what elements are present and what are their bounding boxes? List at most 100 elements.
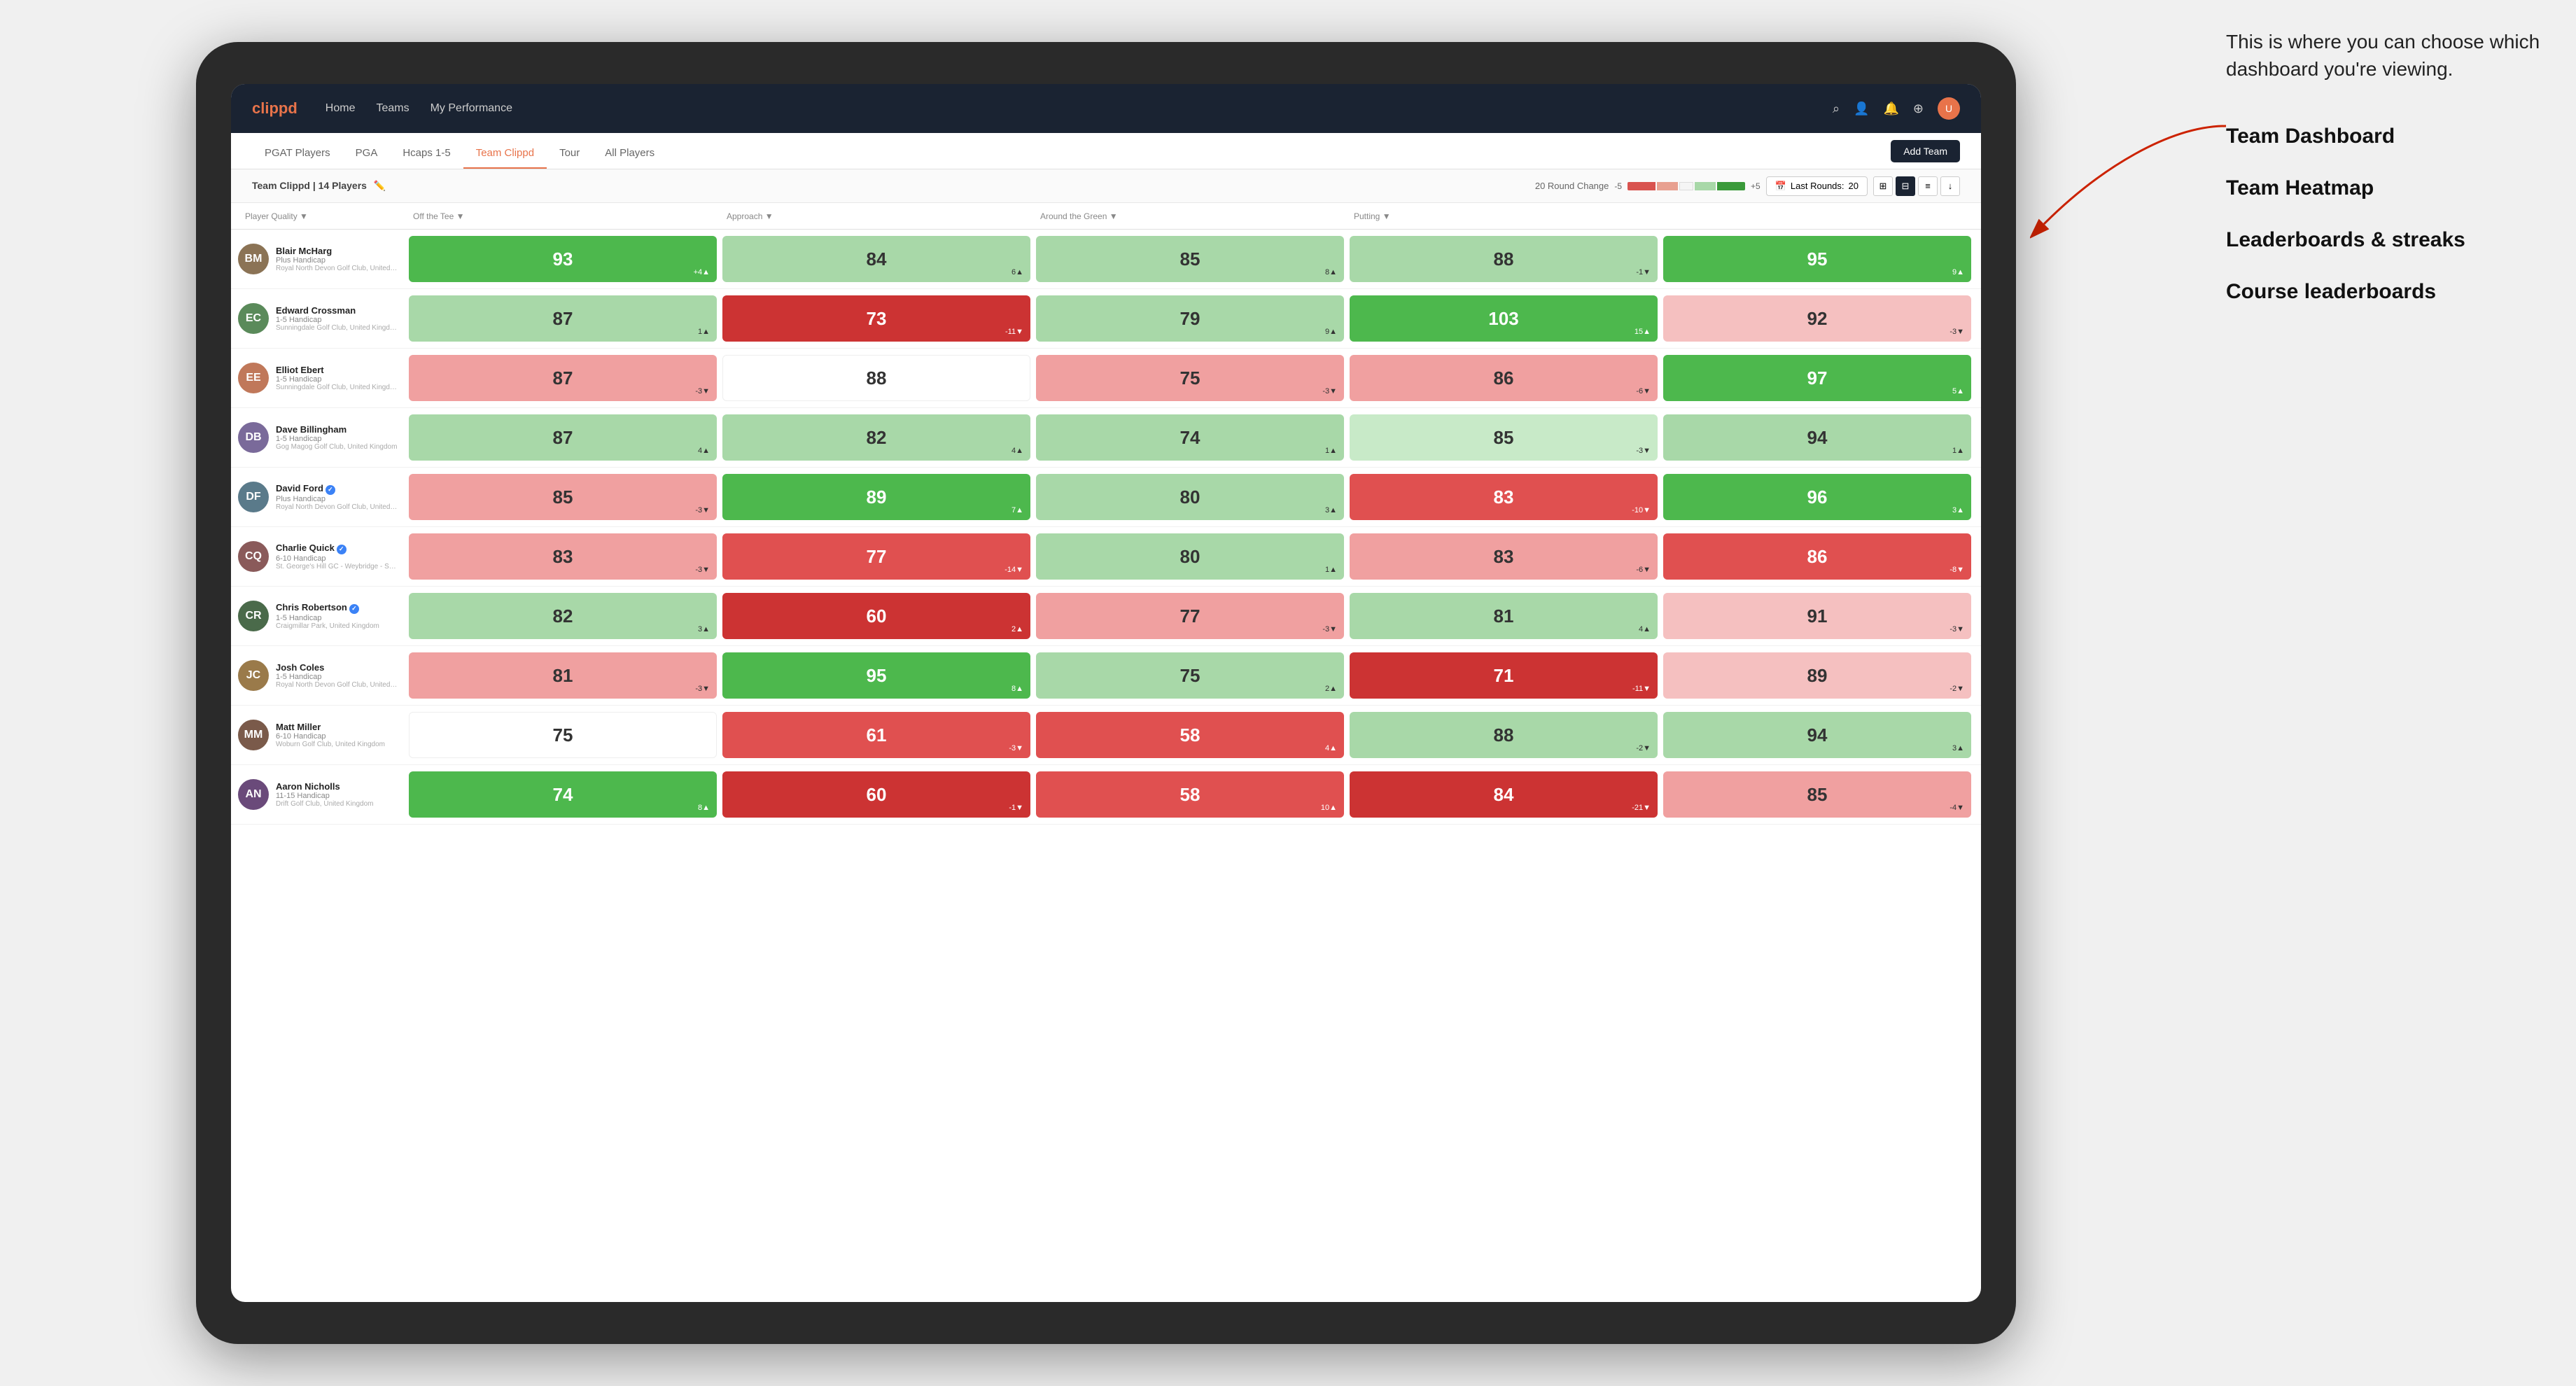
table-row: CQCharlie Quick✓6-10 HandicapSt. George'… bbox=[231, 527, 1981, 587]
score-change: 3▲ bbox=[1952, 506, 1964, 514]
player-info[interactable]: CQCharlie Quick✓6-10 HandicapSt. George'… bbox=[238, 541, 406, 572]
score-cell-player-quality: 83-3▼ bbox=[409, 533, 717, 580]
score-change: 3▲ bbox=[698, 625, 710, 634]
score-value: 97 bbox=[1807, 368, 1828, 389]
nav-logo: clippd bbox=[252, 99, 298, 118]
tab-hcaps-1-5[interactable]: Hcaps 1-5 bbox=[390, 133, 463, 169]
table-row: DBDave Billingham1-5 HandicapGog Magog G… bbox=[231, 408, 1981, 468]
tab-pga[interactable]: PGA bbox=[343, 133, 391, 169]
score-cell-approach: 584▲ bbox=[1036, 712, 1344, 758]
score-change: 7▲ bbox=[1011, 506, 1023, 514]
score-value: 87 bbox=[553, 427, 573, 449]
player-club: Gog Magog Golf Club, United Kingdom bbox=[276, 443, 399, 451]
player-details: Dave Billingham1-5 HandicapGog Magog Gol… bbox=[276, 424, 399, 451]
tab-all-players[interactable]: All Players bbox=[592, 133, 667, 169]
score-cell-around-green: 71-11▼ bbox=[1350, 652, 1658, 699]
avatar: MM bbox=[238, 720, 269, 750]
tab-pgat-players[interactable]: PGAT Players bbox=[252, 133, 343, 169]
col-header-around[interactable]: Around the Green ▼ bbox=[1033, 211, 1347, 221]
score-cell-off-tee: 60-1▼ bbox=[722, 771, 1030, 818]
edit-icon[interactable]: ✏️ bbox=[374, 180, 386, 191]
score-value: 81 bbox=[553, 665, 573, 687]
player-club: Drift Golf Club, United Kingdom bbox=[276, 800, 399, 808]
score-cell-putting: 943▲ bbox=[1663, 712, 1971, 758]
player-details: Josh Coles1-5 HandicapRoyal North Devon … bbox=[276, 662, 399, 689]
view-grid-small-button[interactable]: ⊞ bbox=[1873, 176, 1893, 196]
player-handicap: Plus Handicap bbox=[276, 495, 399, 503]
player-info[interactable]: DFDavid Ford✓Plus HandicapRoyal North De… bbox=[238, 482, 406, 512]
player-info[interactable]: DBDave Billingham1-5 HandicapGog Magog G… bbox=[238, 422, 406, 453]
col-label-player: Player Quality ▼ bbox=[245, 211, 308, 221]
player-info[interactable]: BMBlair McHargPlus HandicapRoyal North D… bbox=[238, 244, 406, 274]
score-value: 60 bbox=[867, 606, 887, 627]
player-info[interactable]: MMMatt Miller6-10 HandicapWoburn Golf Cl… bbox=[238, 720, 406, 750]
score-value: 86 bbox=[1494, 368, 1514, 389]
player-info[interactable]: EEElliot Ebert1-5 HandicapSunningdale Go… bbox=[238, 363, 406, 393]
score-value: 83 bbox=[1494, 546, 1514, 568]
score-cell-off-tee: 602▲ bbox=[722, 593, 1030, 639]
nav-link-home[interactable]: Home bbox=[326, 102, 356, 115]
score-change: 6▲ bbox=[1011, 268, 1023, 276]
score-change: -6▼ bbox=[1636, 387, 1651, 396]
score-change: 10▲ bbox=[1321, 804, 1337, 812]
score-cell-approach: 801▲ bbox=[1036, 533, 1344, 580]
verified-icon: ✓ bbox=[349, 604, 359, 614]
view-download-button[interactable]: ↓ bbox=[1940, 176, 1960, 196]
score-cell-off-tee: 897▲ bbox=[722, 474, 1030, 520]
player-info[interactable]: CRChris Robertson✓1-5 HandicapCraigmilla… bbox=[238, 601, 406, 631]
score-cell-around-green: 84-21▼ bbox=[1350, 771, 1658, 818]
score-value: 88 bbox=[1494, 248, 1514, 270]
player-handicap: 1-5 Handicap bbox=[276, 316, 399, 324]
score-change: 8▲ bbox=[1011, 685, 1023, 693]
score-cell-around-green: 83-10▼ bbox=[1350, 474, 1658, 520]
avatar: JC bbox=[238, 660, 269, 691]
search-icon[interactable]: ⌕ bbox=[1833, 102, 1840, 116]
view-table-button[interactable]: ≡ bbox=[1918, 176, 1938, 196]
table-row: MMMatt Miller6-10 HandicapWoburn Golf Cl… bbox=[231, 706, 1981, 765]
col-header-offtee[interactable]: Off the Tee ▼ bbox=[406, 211, 720, 221]
score-value: 94 bbox=[1807, 427, 1828, 449]
score-value: 88 bbox=[1494, 724, 1514, 746]
tab-team-clippd[interactable]: Team Clippd bbox=[463, 133, 547, 169]
tablet-screen: clippd Home Teams My Performance ⌕ 👤 🔔 ⊕ U… bbox=[231, 84, 1981, 1302]
nav-link-my-performance[interactable]: My Performance bbox=[430, 102, 512, 115]
score-value: 83 bbox=[553, 546, 573, 568]
score-cell-off-tee: 61-3▼ bbox=[722, 712, 1030, 758]
avatar: AN bbox=[238, 779, 269, 810]
score-value: 89 bbox=[1807, 665, 1828, 687]
score-cell-around-green: 10315▲ bbox=[1350, 295, 1658, 342]
settings-icon[interactable]: ⊕ bbox=[1913, 102, 1924, 116]
score-change: 3▲ bbox=[1952, 744, 1964, 752]
last-rounds-label: Last Rounds: bbox=[1791, 181, 1844, 191]
bell-icon[interactable]: 🔔 bbox=[1883, 102, 1898, 116]
table-area: Player Quality ▼ Off the Tee ▼ Approach … bbox=[231, 203, 1981, 1302]
col-header-approach[interactable]: Approach ▼ bbox=[720, 211, 1033, 221]
navbar: clippd Home Teams My Performance ⌕ 👤 🔔 ⊕ U bbox=[231, 84, 1981, 133]
score-value: 95 bbox=[867, 665, 887, 687]
player-name: Matt Miller bbox=[276, 722, 399, 732]
player-info[interactable]: ANAaron Nicholls11-15 HandicapDrift Golf… bbox=[238, 779, 406, 810]
player-details: Elliot Ebert1-5 HandicapSunningdale Golf… bbox=[276, 365, 399, 391]
user-icon[interactable]: 👤 bbox=[1854, 102, 1869, 116]
score-change: 9▲ bbox=[1952, 268, 1964, 276]
score-value: 86 bbox=[1807, 546, 1828, 568]
player-info[interactable]: JC Josh Coles1-5 HandicapRoyal North Devo… bbox=[238, 660, 406, 691]
column-headers: Player Quality ▼ Off the Tee ▼ Approach … bbox=[231, 203, 1981, 230]
add-team-button[interactable]: Add Team bbox=[1891, 140, 1960, 162]
table-row: DFDavid Ford✓Plus HandicapRoyal North De… bbox=[231, 468, 1981, 527]
nav-link-teams[interactable]: Teams bbox=[376, 102, 409, 115]
view-grid-large-button[interactable]: ⊟ bbox=[1896, 176, 1915, 196]
score-change: -3▼ bbox=[695, 387, 710, 396]
score-cell-putting: 975▲ bbox=[1663, 355, 1971, 401]
score-value: 81 bbox=[1494, 606, 1514, 627]
score-change: 4▲ bbox=[1011, 447, 1023, 455]
annotation-arrow bbox=[2030, 112, 2240, 252]
score-cell-putting: 959▲ bbox=[1663, 236, 1971, 282]
last-rounds-button[interactable]: 📅 Last Rounds: 20 bbox=[1766, 176, 1868, 196]
tab-tour[interactable]: Tour bbox=[547, 133, 592, 169]
score-cell-player-quality: 748▲ bbox=[409, 771, 717, 818]
user-avatar[interactable]: U bbox=[1938, 97, 1960, 120]
col-header-putting[interactable]: Putting ▼ bbox=[1347, 211, 1660, 221]
avatar: CR bbox=[238, 601, 269, 631]
player-info[interactable]: ECEdward Crossman1-5 HandicapSunningdale… bbox=[238, 303, 406, 334]
